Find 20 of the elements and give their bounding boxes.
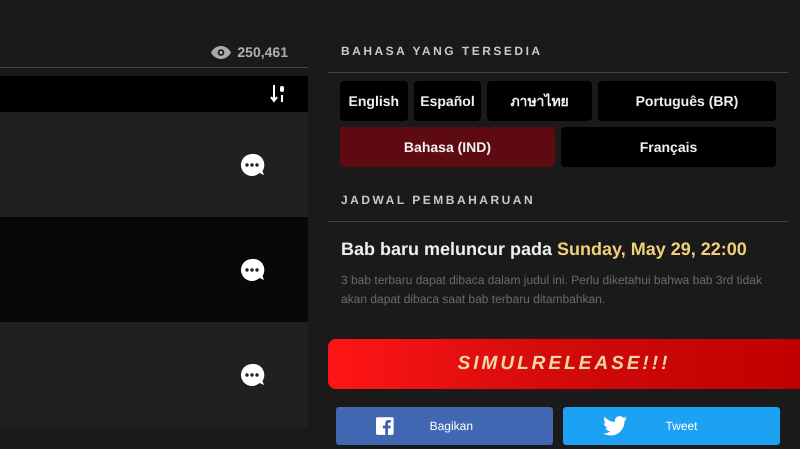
- share-button[interactable]: Bagikan: [336, 407, 553, 445]
- release-note: 3 bab terbaru dapat dibaca dalam judul ini. Perlu diketahui bahwa bab 3rd tidak akan dapat dibaca saat bab terbaru ditambahkan.: [340, 272, 763, 308]
- eye-icon: [211, 46, 232, 59]
- comment-icon[interactable]: [240, 362, 266, 386]
- comment-icon[interactable]: [240, 258, 266, 282]
- view-count: 250,461: [237, 45, 288, 59]
- language-button[interactable]: Bahasa (IND): [340, 127, 555, 167]
- simulrelease-banner[interactable]: SIMULRELEASE!!!: [328, 339, 800, 389]
- section-heading: BAHASA YANG TERSEDIA: [328, 0, 788, 73]
- language-button[interactable]: Português (BR): [598, 81, 776, 121]
- comment-icon[interactable]: [240, 152, 266, 176]
- language-button[interactable]: Español: [414, 81, 482, 121]
- release-headline: Bab baru meluncur pada Sunday, May 29, 22:00: [340, 238, 748, 261]
- section-heading: JADWAL PEMBAHARUAN: [328, 167, 788, 222]
- language-button[interactable]: ภาษาไทย: [487, 81, 592, 121]
- facebook-icon: [376, 415, 394, 437]
- bird-icon: [603, 416, 627, 436]
- sort-icon[interactable]: [270, 84, 286, 104]
- language-button[interactable]: English: [340, 81, 408, 121]
- language-button[interactable]: Français: [561, 127, 776, 167]
